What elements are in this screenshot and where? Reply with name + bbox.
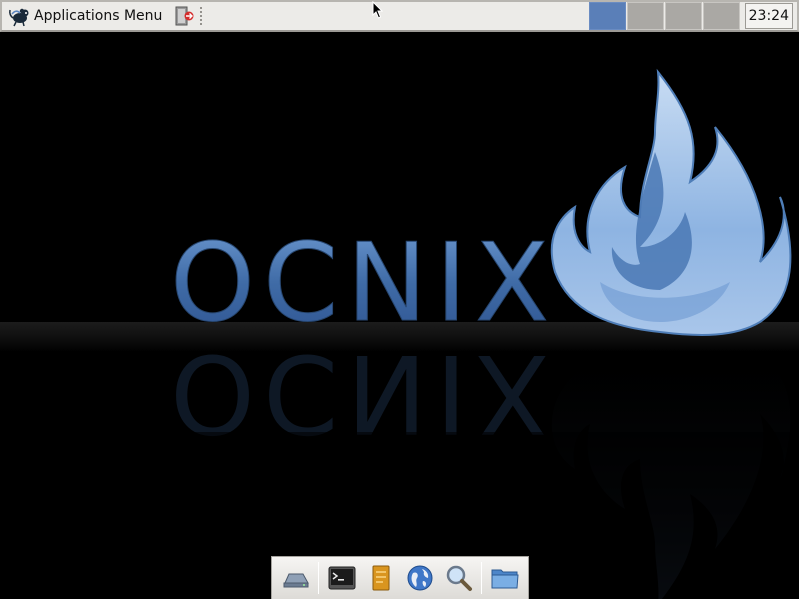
dock-item-web-browser[interactable] — [403, 560, 436, 596]
launcher-dock — [271, 556, 529, 599]
applications-menu-label: Applications Menu — [34, 8, 163, 24]
drive-icon — [283, 573, 309, 588]
flame-logo — [550, 68, 792, 336]
workspace-4[interactable] — [702, 2, 740, 30]
desktop[interactable]: OCNIX OCNIX — [0, 32, 799, 599]
dock-item-text-editor[interactable] — [364, 560, 397, 596]
dock-item-file-manager[interactable] — [488, 560, 521, 596]
dock-item-terminal[interactable] — [325, 560, 358, 596]
file-manager-icon — [491, 569, 519, 589]
workspace-1[interactable] — [588, 2, 626, 30]
logout-icon[interactable] — [172, 4, 196, 28]
web-browser-icon — [407, 565, 432, 591]
wallpaper-brand-text: OCNIX — [170, 221, 557, 346]
workspace-switcher — [588, 2, 740, 30]
clock[interactable]: 23:24 — [744, 3, 793, 29]
top-panel: Applications Menu 23:24 — [0, 0, 799, 32]
wallpaper: OCNIX OCNIX — [0, 68, 799, 599]
text-editor-icon — [372, 565, 389, 591]
dock-item-search[interactable] — [442, 560, 475, 596]
dock-item-drive[interactable] — [279, 560, 312, 596]
mouse-cursor-icon — [372, 1, 384, 19]
panel-handle[interactable] — [199, 6, 204, 26]
terminal-icon — [328, 566, 355, 590]
workspace-2[interactable] — [626, 2, 664, 30]
search-icon — [446, 565, 472, 591]
xfce-mouse-icon — [9, 8, 29, 27]
workspace-3[interactable] — [664, 2, 702, 30]
applications-menu-button[interactable]: Applications Menu — [2, 2, 168, 30]
